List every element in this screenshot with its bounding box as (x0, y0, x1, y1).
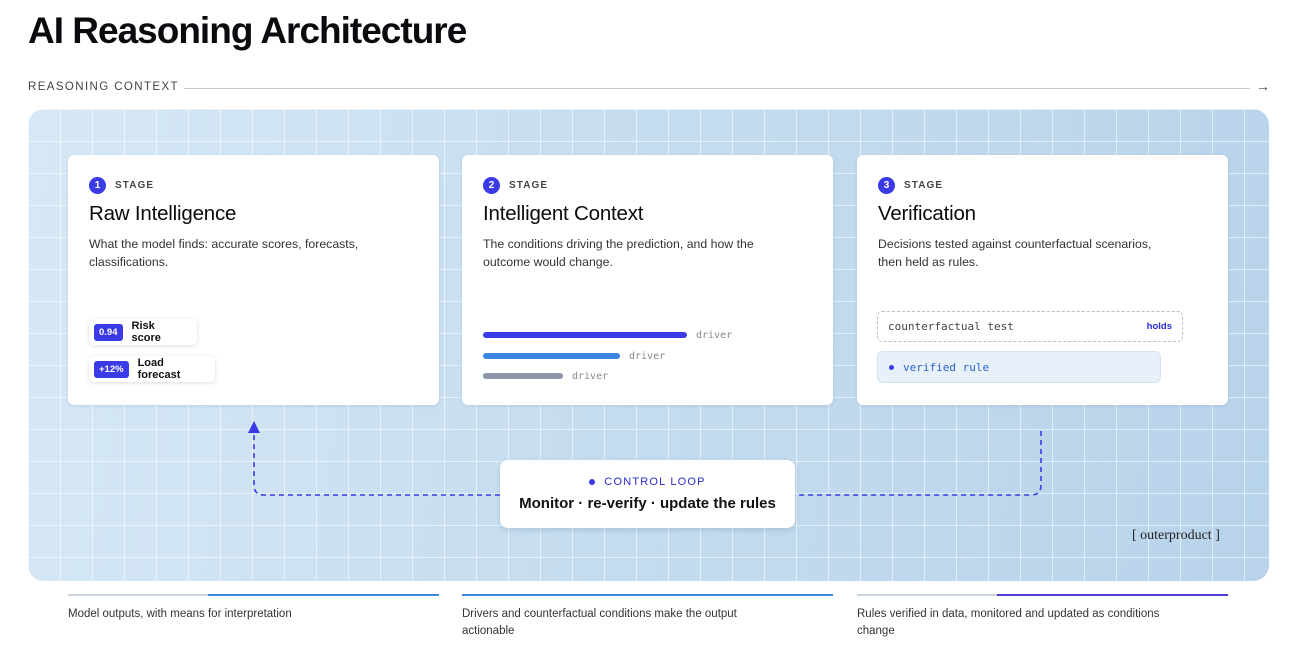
driver-row: driver (483, 328, 732, 342)
chip-value: +12% (94, 360, 129, 378)
stage-label: STAGE (115, 179, 155, 191)
verified-rule-box: verified rule (877, 351, 1161, 383)
bullet-dot-icon (889, 365, 894, 370)
risk-score-chip: 0.94 Risk score (89, 319, 197, 345)
driver-label: driver (572, 370, 609, 382)
driver-row: driver (483, 349, 665, 363)
footer-text: Drivers and counterfactual conditions ma… (462, 608, 737, 637)
chip-label: Load forecast (137, 357, 181, 381)
driver-bar (483, 332, 687, 338)
counterfactual-test-box: counterfactual test holds (877, 311, 1183, 342)
footer-divider (462, 594, 833, 596)
footer-column-raw: Model outputs, with means for interpreta… (68, 594, 439, 623)
stage-description: The conditions driving the prediction, a… (483, 237, 754, 269)
reasoning-panel: 1 STAGE Raw Intelligence What the model … (28, 109, 1269, 581)
verified-rule-label: verified rule (903, 361, 990, 374)
stage-number-badge: 2 (483, 176, 500, 194)
driver-row: driver (483, 369, 608, 383)
page-title: AI Reasoning Architecture (28, 10, 467, 51)
loop-forward-line (253, 431, 500, 496)
driver-bar (483, 373, 563, 379)
footer-text: Rules verified in data, monitored and up… (857, 608, 1160, 637)
footer-divider (857, 594, 1228, 596)
chip-value: 0.94 (94, 323, 123, 341)
context-divider (184, 88, 1250, 89)
reasoning-context-header: REASONING CONTEXT → (28, 78, 1270, 96)
footer-column-verification: Rules verified in data, monitored and up… (857, 594, 1228, 640)
stage-title: Intelligent Context (483, 202, 644, 225)
loop-arrowhead-icon (248, 421, 260, 433)
stage-number-badge: 3 (878, 176, 895, 194)
stage-label: STAGE (904, 179, 944, 191)
stage-description: Decisions tested against counterfactual … (878, 237, 1152, 269)
chip-label: Risk score (131, 320, 161, 344)
driver-label: driver (629, 350, 666, 362)
stage-title: Raw Intelligence (89, 202, 237, 225)
control-loop-card: CONTROL LOOP Monitor · re-verify · updat… (500, 460, 795, 528)
driver-label: driver (696, 329, 733, 341)
footer-divider-fill (997, 594, 1228, 596)
stage-card-verification: 3 STAGE Verification Decisions tested ag… (857, 155, 1228, 405)
footer-divider (68, 594, 439, 596)
bullet-dot-icon (589, 479, 596, 485)
reasoning-context-label: REASONING CONTEXT (28, 81, 179, 93)
footer-column-context: Drivers and counterfactual conditions ma… (462, 594, 833, 640)
brand-logo: [ outerproduct ] (1132, 528, 1220, 543)
arrow-right-icon[interactable]: → (1256, 78, 1270, 94)
stage-card-intelligent-context: 2 STAGE Intelligent Context The conditio… (462, 155, 833, 405)
control-loop-label: CONTROL LOOP (604, 476, 706, 488)
counterfactual-label: counterfactual test (888, 320, 1014, 333)
load-forecast-chip: +12% Load forecast (89, 356, 215, 382)
stage-description: What the model finds: accurate scores, f… (89, 237, 359, 269)
holds-status: holds (1146, 321, 1172, 332)
stage-label: STAGE (509, 179, 549, 191)
footer-divider-fill (462, 594, 833, 596)
footer-divider-fill (208, 594, 439, 596)
control-loop-text: Monitor · re-verify · update the rules (519, 495, 776, 512)
stage-number-badge: 1 (89, 176, 106, 194)
loop-return-line (795, 431, 1042, 496)
stage-title: Verification (878, 202, 976, 225)
footer-text: Model outputs, with means for interpreta… (68, 608, 292, 620)
driver-bar (483, 353, 620, 359)
stage-card-raw-intelligence: 1 STAGE Raw Intelligence What the model … (68, 155, 439, 405)
